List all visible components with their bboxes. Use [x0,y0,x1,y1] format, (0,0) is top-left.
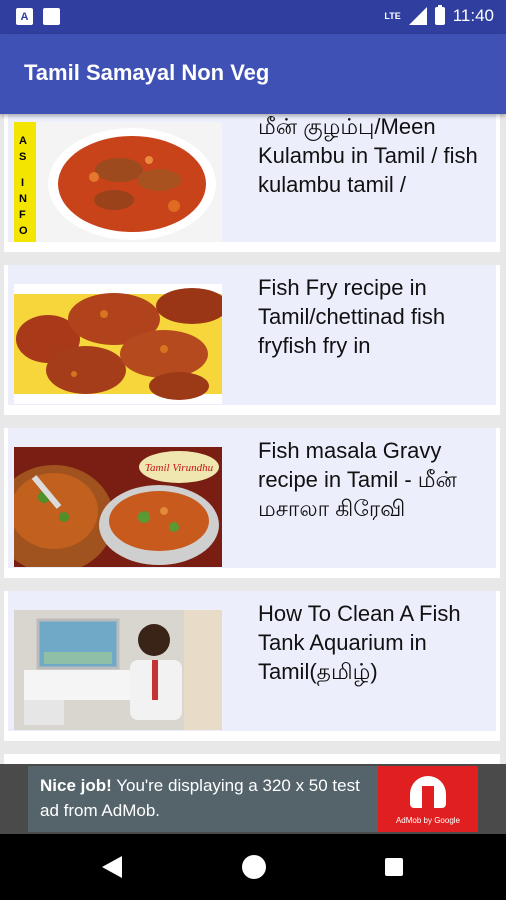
ad-banner[interactable]: Nice job! You're displaying a 320 x 50 t… [28,766,478,832]
back-icon[interactable] [102,856,122,878]
ad-banner-container: Nice job! You're displaying a 320 x 50 t… [0,764,506,834]
navigation-bar [0,834,506,900]
svg-text:I: I [21,177,24,189]
svg-text:S: S [19,151,26,163]
fish-tank-thumbnail [14,610,222,730]
list-item[interactable] [4,754,500,764]
list-item[interactable]: Fish Fry recipe in Tamil/chettinad fish … [4,265,500,415]
item-title: மீன் குழம்பு/Meen Kulambu in Tamil / fis… [258,114,478,197]
fish-fry-thumbnail [14,284,222,404]
status-time: 11:40 [452,6,494,25]
svg-text:O: O [19,225,28,237]
home-icon[interactable] [242,855,266,879]
svg-text:A: A [19,135,27,147]
fish-masala-thumbnail: Tamil Virundhu [14,447,222,567]
status-bar: A LTE 11:40 [0,0,506,34]
svg-text:F: F [19,209,26,221]
list-item[interactable]: A S I N F O மீன் குழம்பு/Meen Kulambu in [4,114,500,252]
item-title: Fish Fry recipe in Tamil/chettinad fish … [258,275,446,358]
item-title: Fish masala Gravy recipe in Tamil - மீன்… [258,438,457,521]
app-bar: Tamil Samayal Non Veg [0,34,506,114]
network-type: LTE [384,11,401,21]
thumb-brand-label: Tamil Virundhu [145,462,214,474]
ad-text: Nice job! You're displaying a 320 x 50 t… [40,773,370,823]
app-title: Tamil Samayal Non Veg [24,60,270,85]
fish-kulambu-thumbnail: A S I N F O [14,122,222,242]
sd-card-icon [43,8,60,25]
recents-icon[interactable] [385,858,403,876]
battery-icon [434,5,445,25]
ad-headline: Nice job! [40,776,112,795]
signal-icon [408,7,427,25]
admob-logo-text: AdMob by Google [395,816,461,825]
notification-a-icon: A [16,8,33,25]
item-title: How To Clean A Fish Tank Aquarium in Tam… [258,601,461,684]
video-list[interactable]: A S I N F O மீன் குழம்பு/Meen Kulambu in [0,114,506,764]
list-item[interactable]: Tamil Virundhu Fish masala Gravy recipe … [4,428,500,578]
svg-text:N: N [19,193,27,205]
admob-icon [410,776,446,808]
admob-logo: AdMob by Google [378,766,478,832]
list-item[interactable]: How To Clean A Fish Tank Aquarium in Tam… [4,591,500,741]
